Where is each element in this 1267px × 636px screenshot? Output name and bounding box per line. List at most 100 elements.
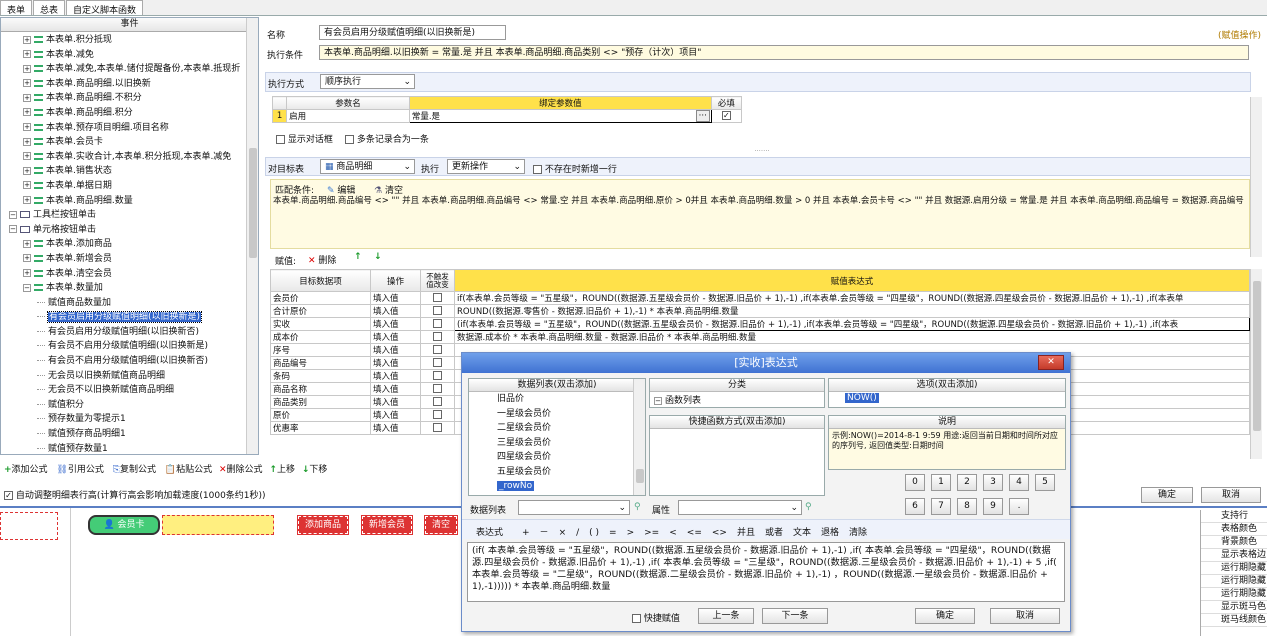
expression-editor[interactable]: (if( 本表单.会员等级 = "五星级"，ROUND((数据源.五星级会员价 …	[467, 542, 1065, 602]
param-value-cell[interactable]: 常量.是 ···	[408, 109, 712, 123]
tree-node[interactable]: + 本表单.减免	[1, 48, 247, 63]
tree-node[interactable]: + 本表单.新增会员	[1, 252, 247, 267]
property-row[interactable]: 支持行	[1201, 510, 1267, 523]
numpad-key[interactable]: .	[1009, 498, 1029, 515]
tree-node[interactable]: + 本表单.商品明细.积分	[1, 106, 247, 121]
numpad-key[interactable]: 8	[957, 498, 977, 515]
property-row[interactable]: 运行期隐藏	[1201, 562, 1267, 575]
tree-node[interactable]: − 单元格按钮单击	[1, 223, 247, 238]
expression-cell[interactable]: ROUND((数据源.零售价 - 数据源.旧品价 + 1),-1) * 本表单.…	[454, 304, 1250, 318]
no-trigger-checkbox[interactable]	[433, 410, 442, 419]
list-item[interactable]: 五星级会员价	[497, 465, 645, 480]
close-icon[interactable]: ✕	[1038, 355, 1064, 370]
expand-icon[interactable]: +	[23, 79, 31, 88]
numpad-key[interactable]: 2	[957, 474, 977, 491]
splitter-dots[interactable]: ·······	[732, 147, 792, 155]
no-trigger-checkbox[interactable]	[433, 384, 442, 393]
no-trigger-checkbox[interactable]	[433, 397, 442, 406]
add-goods-button[interactable]: 添加商品	[296, 515, 350, 535]
collapse-icon[interactable]: −	[9, 210, 17, 219]
option-now[interactable]: NOW()	[845, 393, 879, 403]
operator-button[interactable]: <=	[687, 528, 702, 538]
tree-node[interactable]: + 本表单.销售状态	[1, 164, 247, 179]
cancel-button[interactable]: 取消	[1201, 487, 1261, 503]
property-row[interactable]: 显示表格边	[1201, 549, 1267, 562]
add-if-missing-checkbox[interactable]	[533, 165, 542, 174]
tree-node[interactable]: 赋值商品数量加	[1, 296, 247, 311]
no-trigger-checkbox[interactable]	[433, 423, 442, 432]
exec-mode-select[interactable]: 顺序执行 ⌄	[320, 74, 415, 89]
list-item[interactable]: 二星级会员价	[497, 421, 645, 436]
expand-icon[interactable]: +	[23, 152, 31, 161]
tab-custom-script[interactable]: 自定义脚本函数	[66, 0, 144, 16]
tree-node[interactable]: 有会员不启用分级赋值明细(以旧换新是)	[1, 339, 247, 354]
tree-node[interactable]: − 工具栏按钮单击	[1, 208, 247, 223]
merge-records-checkbox[interactable]	[345, 135, 354, 144]
name-input[interactable]: 有会员启用分级赋值明细(以旧换新是)	[319, 25, 506, 40]
property-row[interactable]: 显示斑马色	[1201, 601, 1267, 614]
tree-node[interactable]: + 本表单.商品明细.数量	[1, 194, 247, 209]
tree-node[interactable]: + 本表单.会员卡	[1, 135, 247, 150]
edit-match-button[interactable]: 编辑	[337, 186, 355, 196]
condition-input[interactable]: 本表单.商品明细.以旧换新 = 常量.是 并且 本表单.商品明细.商品类别 <>…	[319, 45, 1249, 60]
expand-icon[interactable]: +	[23, 239, 31, 248]
list-item[interactable]: _rowNo	[497, 479, 645, 494]
tree-node[interactable]: 有会员启用分级赋值明细(以旧换新否)	[1, 325, 247, 340]
tree-node[interactable]: + 本表单.清空会员	[1, 267, 247, 282]
operator-button[interactable]: 文本	[793, 528, 811, 538]
no-trigger-checkbox[interactable]	[433, 371, 442, 380]
tree-node[interactable]: + 本表单.积分抵现	[1, 33, 247, 48]
expand-icon[interactable]: +	[23, 35, 31, 44]
numpad-key[interactable]: 9	[983, 498, 1003, 515]
property-row[interactable]: 表格颜色	[1201, 523, 1267, 536]
expand-icon[interactable]: +	[23, 269, 31, 277]
expression-cell[interactable]: if(本表单.会员等级 = "五星级"，ROUND((数据源.五星级会员价 - …	[454, 291, 1250, 305]
numpad-key[interactable]: 0	[905, 474, 925, 491]
no-trigger-checkbox[interactable]	[433, 332, 442, 341]
tree-node[interactable]: + 本表单.实收合计,本表单.积分抵现,本表单.减免	[1, 150, 247, 165]
numpad-key[interactable]: 1	[931, 474, 951, 491]
collapse-icon[interactable]: −	[23, 283, 31, 292]
tree-node[interactable]: 赋值预存商品明细1	[1, 427, 247, 442]
ok-button[interactable]: 确定	[1141, 487, 1193, 503]
operator-button[interactable]: 并且	[737, 528, 755, 538]
tree-node[interactable]: + 本表单.预存项目明细.项目名称	[1, 121, 247, 136]
no-trigger-checkbox[interactable]	[433, 345, 442, 354]
add-member-button[interactable]: 新增会员	[360, 515, 414, 535]
tree-node[interactable]: 无会员不以旧换新赋值商品明细	[1, 383, 247, 398]
operator-button[interactable]: +	[522, 528, 530, 538]
collapse-icon[interactable]: −	[654, 396, 662, 405]
grid-scroll-thumb[interactable]	[1253, 281, 1261, 431]
expand-icon[interactable]: +	[23, 108, 31, 117]
expand-icon[interactable]: +	[23, 123, 31, 132]
property-row[interactable]: 运行期隐藏	[1201, 588, 1267, 601]
add-formula-button[interactable]: 添加公式	[12, 465, 48, 475]
target-table-select[interactable]: ▦ 商品明细 ⌄	[320, 159, 415, 174]
ellipsis-button[interactable]: ···	[695, 110, 710, 122]
quick-assign-checkbox[interactable]	[632, 614, 641, 623]
search-icon[interactable]: ⚲	[805, 502, 812, 512]
property-row[interactable]: 斑马线颜色	[1201, 614, 1267, 627]
expression-cell[interactable]: 数据源.成本价 * 本表单.商品明细.数量 - 数据源.旧品价 * 本表单.商品…	[454, 330, 1250, 344]
tree-node[interactable]: 预存数量为零提示1	[1, 412, 247, 427]
dialog-cancel-button[interactable]: 取消	[990, 608, 1060, 624]
numpad-key[interactable]: 7	[931, 498, 951, 515]
clear-match-button[interactable]: 清空	[385, 186, 403, 196]
list-item[interactable]: 四星级会员价	[497, 450, 645, 465]
operator-button[interactable]: 清除	[849, 528, 867, 538]
move-down-button[interactable]: 下移	[309, 465, 327, 475]
search-icon[interactable]: ⚲	[634, 502, 641, 512]
prev-button[interactable]: 上一条	[698, 608, 754, 624]
table-row[interactable]: 成本价 填入值 数据源.成本价 * 本表单.商品明细.数量 - 数据源.旧品价 * …	[270, 330, 1250, 344]
ref-formula-button[interactable]: 引用公式	[68, 465, 104, 475]
tree-scroll-thumb[interactable]	[249, 148, 257, 258]
data-list-scroll-thumb[interactable]	[636, 469, 644, 483]
table-row[interactable]: 实收 填入值 (if(本表单.会员等级 = "五星级"，ROUND((数据源.五星级…	[270, 317, 1250, 331]
tree-node[interactable]: + 本表单.添加商品	[1, 237, 247, 252]
collapse-icon[interactable]: −	[9, 225, 17, 234]
expand-icon[interactable]: +	[23, 50, 31, 59]
tree-node[interactable]: + 本表单.减免,本表单.储付提醒备份,本表单.抵现折	[1, 62, 247, 77]
next-button[interactable]: 下一条	[762, 608, 828, 624]
expand-icon[interactable]: +	[23, 181, 31, 190]
copy-formula-button[interactable]: 复制公式	[120, 465, 156, 475]
